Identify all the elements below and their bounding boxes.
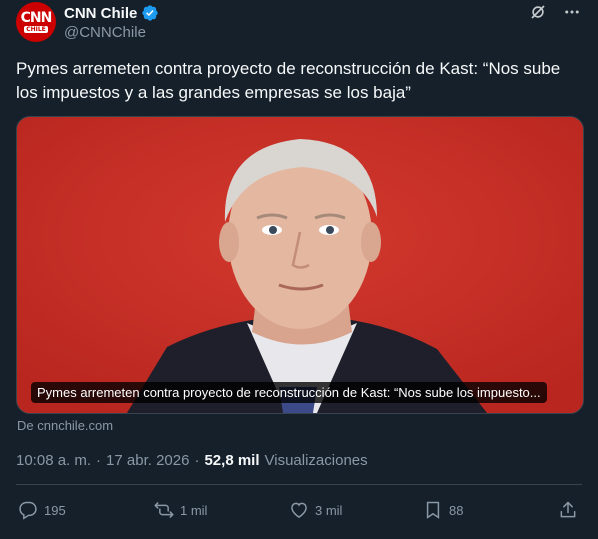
views-label: Visualizaciones [264,452,368,469]
share-icon [560,501,576,518]
link-card-caption: Pymes arremeten contra proyecto de recon… [31,382,547,403]
author-display-name[interactable]: CNN Chile [64,5,137,22]
meta-separator: · [96,452,102,469]
reply-count: 195 [44,502,66,518]
portrait-photo-image [17,117,583,413]
views-count: 52,8 mil [204,452,260,469]
bookmark-count: 88 [449,502,464,518]
tweet-text: Pymes arremeten contra proyecto de recon… [16,59,561,102]
tweet-top-actions [528,2,582,22]
repost-count: 1 mil [180,502,208,518]
author-avatar[interactable]: CNN CHILE [16,2,56,42]
author-name-row: CNN Chile [64,4,159,22]
bookmark-icon [426,501,440,519]
like-button[interactable]: 3 mil [289,500,342,520]
link-source[interactable]: De cnnchile.com [17,418,113,433]
actions-divider [16,484,582,485]
author-handle[interactable]: @CNNChile [64,24,146,41]
verified-badge-icon [142,5,159,21]
link-card-media[interactable]: Pymes arremeten contra proyecto de recon… [16,116,584,414]
avatar-logo-text: CNN [20,10,53,26]
repost-icon [154,502,174,518]
tweet-actions-bar: 195 1 mil 3 mil 88 [18,500,580,524]
tweet-date[interactable]: 17 abr. 2026 [106,452,189,469]
bookmark-button[interactable]: 88 [423,500,463,520]
avatar-logo-subtext: CHILE [24,26,48,33]
more-options-icon[interactable] [562,2,582,22]
tweet-meta: 10:08 a. m. · 17 abr. 2026 · 52,8 mil Vi… [16,452,368,469]
tweet-time[interactable]: 10:08 a. m. [16,452,91,469]
grok-icon[interactable] [528,2,548,22]
reply-icon [19,501,37,520]
reply-button[interactable]: 195 [18,500,66,520]
share-button[interactable] [558,500,578,520]
heart-icon [291,502,307,518]
like-count: 3 mil [315,502,343,518]
meta-separator: · [194,452,200,469]
repost-button[interactable]: 1 mil [154,500,207,520]
